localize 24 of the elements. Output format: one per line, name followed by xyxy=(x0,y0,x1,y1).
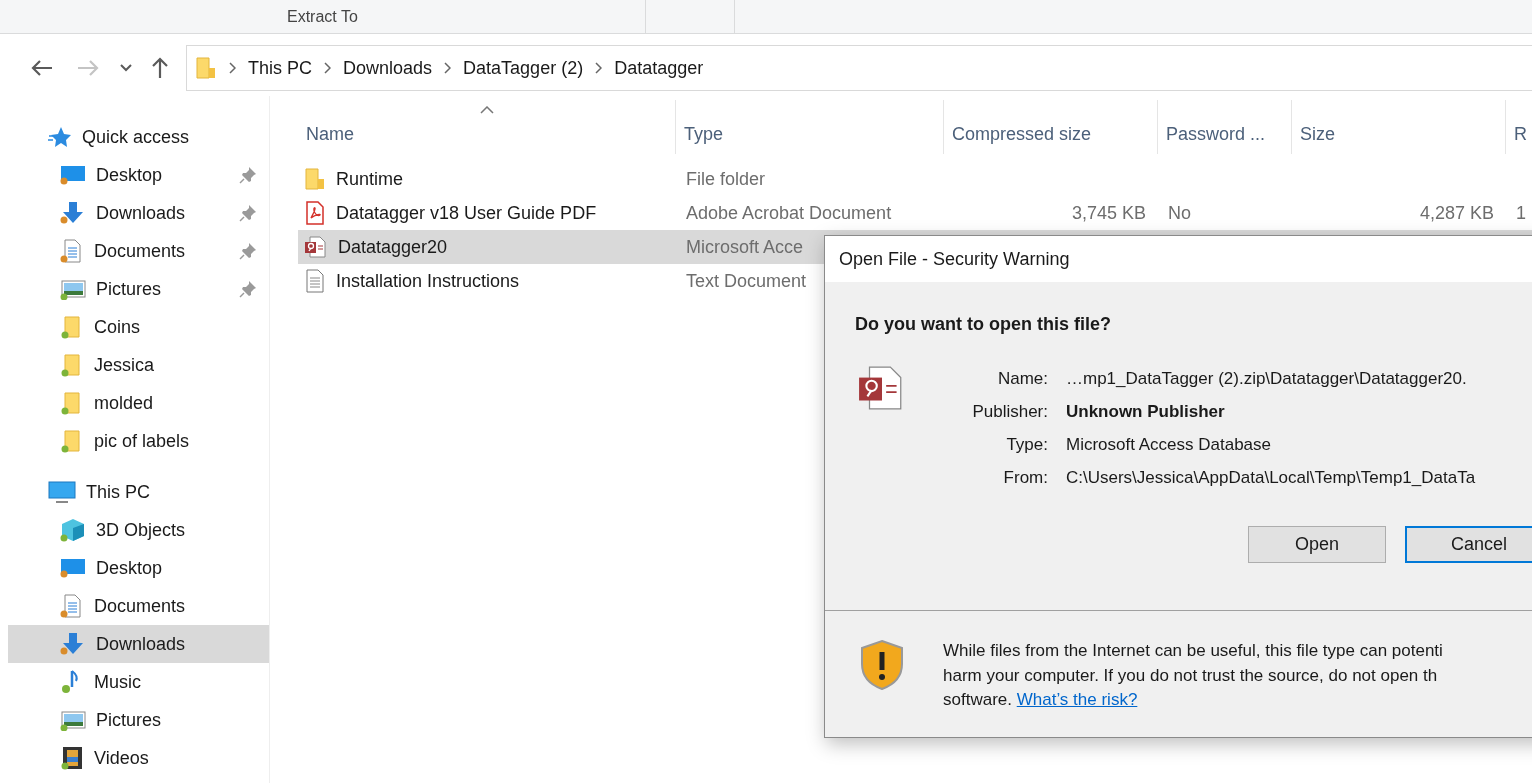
field-label: Publisher: xyxy=(971,402,1048,422)
field-value: Microsoft Access Database xyxy=(1066,435,1273,455)
table-cell-text: File folder xyxy=(685,168,767,190)
table-cell-text: 4,287 KB xyxy=(1418,202,1495,224)
table-cell-text: Microsoft Acce xyxy=(685,236,805,258)
field-label: Name: xyxy=(996,369,1048,389)
field-value: C:\Users\Jessica\AppData\Local\Temp\Temp1_DataTa xyxy=(1066,468,1476,488)
file-name: Runtime xyxy=(298,167,676,191)
dialog-title: Open File - Security Warning xyxy=(825,236,1532,282)
dialog-question: Do you want to open this file? xyxy=(854,313,1112,335)
file-name: Datatagger20 xyxy=(298,235,676,259)
field-label: From: xyxy=(1002,468,1048,488)
field-value: …mp1_DataTagger (2).zip\Datatagger\Datatagger20. xyxy=(1066,369,1468,389)
table-cell-text: No xyxy=(1167,202,1192,224)
table-cell-text: 1 xyxy=(1515,202,1527,224)
field-value: Unknown Publisher xyxy=(1066,402,1226,422)
field-label: Type: xyxy=(1005,435,1048,455)
warning-text: While files from the Internet can be useful, this file type can potenti harm your computer. If you do not trust the source, do not open th software. What’s the risk? xyxy=(943,640,1443,711)
table-cell-text: 3,745 KB xyxy=(1070,202,1147,224)
file-name: Installation Instructions xyxy=(298,269,676,293)
table-cell-text: Text Document xyxy=(685,270,808,292)
ribbon-group-label: Extract To xyxy=(287,7,358,26)
table-cell-text: Adobe Acrobat Document xyxy=(685,202,893,224)
file-name: Datatagger v18 User Guide PDF xyxy=(298,201,676,225)
